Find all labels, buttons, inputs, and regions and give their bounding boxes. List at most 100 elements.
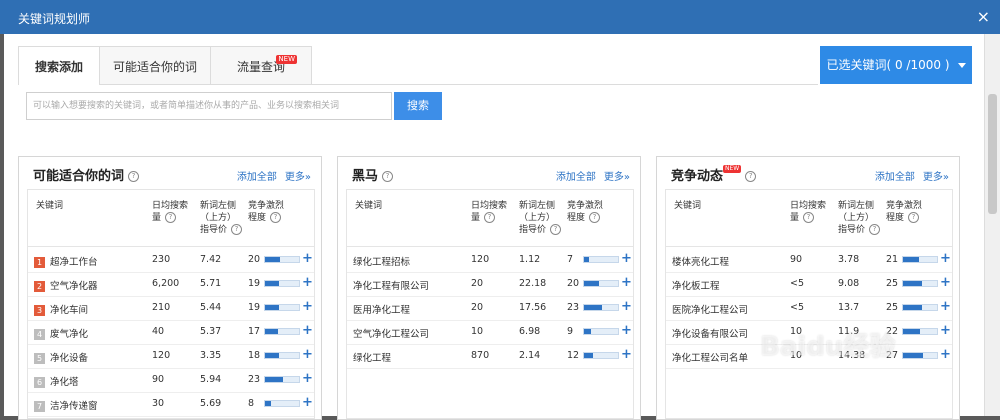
table-row: 2 空气净化器 6,200 5.71 19 + bbox=[28, 272, 314, 297]
panel-header: 竞争动态NEW? 添加全部 更多» bbox=[657, 157, 959, 187]
panel-dark-horse: 黑马? 添加全部 更多» 关键词 日均搜索量? 新词左侧 （上方） 指导价? 竞争激烈 程度? 绿化… bbox=[337, 156, 641, 420]
more-link[interactable]: 更多» bbox=[923, 172, 949, 183]
panel-title-text: 黑马 bbox=[352, 169, 379, 184]
keyword-cell: 空气净化工程公司 bbox=[353, 326, 429, 340]
help-icon[interactable]: ? bbox=[908, 212, 920, 223]
keyword-cell: 楼体亮化工程 bbox=[672, 254, 729, 268]
help-icon[interactable]: ? bbox=[803, 212, 815, 223]
bid-cell: 1.12 bbox=[519, 254, 541, 265]
help-icon[interactable]: ? bbox=[165, 212, 177, 223]
add-keyword-button[interactable]: + bbox=[940, 275, 951, 290]
help-icon[interactable]: ? bbox=[589, 212, 601, 223]
daily-search-cell: 120 bbox=[152, 350, 171, 361]
close-icon[interactable]: × bbox=[977, 7, 990, 26]
add-keyword-button[interactable]: + bbox=[302, 275, 313, 290]
add-keyword-button[interactable]: + bbox=[621, 251, 632, 266]
panel-title: 可能适合你的词? bbox=[33, 165, 140, 184]
competition-bar-fill bbox=[903, 329, 920, 334]
help-icon[interactable]: ? bbox=[382, 171, 394, 182]
col-daily-search: 日均搜索量? bbox=[471, 200, 507, 224]
keyword-cell: 1 超净工作台 bbox=[34, 254, 98, 268]
selected-keywords-label: 已选关键词( 0 /1000 ) bbox=[826, 58, 950, 72]
keyword-text: 绿化工程招标 bbox=[353, 257, 411, 268]
add-keyword-button[interactable]: + bbox=[621, 323, 632, 338]
scrollbar-thumb[interactable] bbox=[988, 94, 997, 214]
table-row: 1 超净工作台 230 7.42 20 + bbox=[28, 248, 314, 273]
search-input[interactable] bbox=[26, 92, 392, 120]
scrollbar[interactable] bbox=[984, 34, 1000, 416]
competition-bar bbox=[264, 352, 300, 359]
col-competition-line1: 竞争激烈 bbox=[886, 201, 923, 211]
add-keyword-button[interactable]: + bbox=[302, 299, 313, 314]
col-daily-search: 日均搜索量? bbox=[790, 200, 826, 224]
keyword-text: 净化板工程 bbox=[672, 281, 720, 292]
tab-search-add[interactable]: 搜索添加 bbox=[18, 46, 100, 85]
add-keyword-button[interactable]: + bbox=[621, 299, 632, 314]
add-keyword-button[interactable]: + bbox=[302, 347, 313, 362]
keyword-cell: 6 净化塔 bbox=[34, 374, 79, 388]
rank-badge: 2 bbox=[34, 281, 45, 292]
bid-cell: 6.98 bbox=[519, 326, 541, 337]
selected-keywords-button[interactable]: 已选关键词( 0 /1000 ) bbox=[820, 46, 972, 84]
rank-badge: 1 bbox=[34, 257, 45, 268]
help-icon[interactable]: ? bbox=[484, 212, 496, 223]
add-keyword-button[interactable]: + bbox=[302, 251, 313, 266]
competition-bar bbox=[902, 280, 938, 287]
bid-cell: 5.37 bbox=[200, 326, 222, 337]
help-icon[interactable]: ? bbox=[550, 224, 562, 235]
add-keyword-button[interactable]: + bbox=[302, 323, 313, 338]
keyword-table: 关键词 日均搜索量? 新词左侧 （上方） 指导价? 竞争激烈 程度? 绿化工程招标 120 1.1… bbox=[346, 189, 634, 419]
add-all-link[interactable]: 添加全部 bbox=[556, 172, 596, 183]
keyword-cell: 绿化工程 bbox=[353, 350, 391, 364]
add-keyword-button[interactable]: + bbox=[302, 395, 313, 410]
add-keyword-button[interactable]: + bbox=[621, 347, 632, 362]
competition-bar-fill bbox=[584, 353, 594, 358]
add-keyword-button[interactable]: + bbox=[940, 251, 951, 266]
help-icon[interactable]: ? bbox=[231, 224, 243, 235]
col-competition-line1: 竞争激烈 bbox=[567, 201, 604, 211]
competition-bar bbox=[264, 256, 300, 263]
add-all-link[interactable]: 添加全部 bbox=[237, 172, 277, 183]
col-bid-line3: 指导价 bbox=[519, 225, 547, 235]
add-keyword-button[interactable]: + bbox=[940, 323, 951, 338]
keyword-table: 关键词 日均搜索量? 新词左侧 （上方） 指导价? 竞争激烈 程度? 1 超净工作台 230 7.4… bbox=[27, 189, 315, 419]
col-bid: 新词左侧 （上方） 指导价? bbox=[519, 200, 562, 236]
panel-actions: 添加全部 更多» bbox=[867, 168, 949, 183]
help-icon[interactable]: ? bbox=[745, 171, 757, 182]
help-icon[interactable]: ? bbox=[128, 171, 140, 182]
competition-cell: 18 bbox=[248, 350, 261, 361]
bid-cell: 3.35 bbox=[200, 350, 222, 361]
competition-bar bbox=[264, 304, 300, 311]
panel-title: 黑马? bbox=[352, 165, 394, 184]
bid-cell: 7.42 bbox=[200, 254, 222, 265]
add-all-link[interactable]: 添加全部 bbox=[875, 172, 915, 183]
add-keyword-button[interactable]: + bbox=[621, 275, 632, 290]
col-bid-line2: （上方） bbox=[519, 213, 556, 223]
help-icon[interactable]: ? bbox=[270, 212, 282, 223]
tab-traffic-query[interactable]: 流量查询 NEW bbox=[210, 46, 312, 84]
competition-bar-fill bbox=[265, 353, 279, 358]
daily-search-cell: 30 bbox=[152, 398, 165, 409]
tab-suggested-words[interactable]: 可能适合你的词 bbox=[99, 46, 211, 84]
col-bid: 新词左侧 （上方） 指导价? bbox=[838, 200, 881, 236]
keyword-cell: 7 洁净传递窗 bbox=[34, 398, 98, 412]
col-bid: 新词左侧 （上方） 指导价? bbox=[200, 200, 243, 236]
add-keyword-button[interactable]: + bbox=[940, 347, 951, 362]
keyword-cell: 净化工程公司名单 bbox=[672, 350, 748, 364]
table-row: 5 净化设备 120 3.35 18 + bbox=[28, 344, 314, 369]
add-keyword-button[interactable]: + bbox=[940, 299, 951, 314]
col-competition-line2: 程度 bbox=[248, 213, 267, 223]
more-link[interactable]: 更多» bbox=[604, 172, 630, 183]
bid-cell: 3.78 bbox=[838, 254, 860, 265]
daily-search-cell: 40 bbox=[152, 326, 165, 337]
col-competition-line2: 程度 bbox=[567, 213, 586, 223]
col-competition: 竞争激烈 程度? bbox=[886, 200, 922, 224]
more-link[interactable]: 更多» bbox=[285, 172, 311, 183]
daily-search-cell: 870 bbox=[471, 350, 490, 361]
help-icon[interactable]: ? bbox=[869, 224, 881, 235]
competition-bar bbox=[583, 280, 619, 287]
search-row: 搜索 bbox=[26, 92, 446, 122]
add-keyword-button[interactable]: + bbox=[302, 371, 313, 386]
panel-header: 可能适合你的词? 添加全部 更多» bbox=[19, 157, 321, 187]
search-button[interactable]: 搜索 bbox=[394, 92, 442, 120]
